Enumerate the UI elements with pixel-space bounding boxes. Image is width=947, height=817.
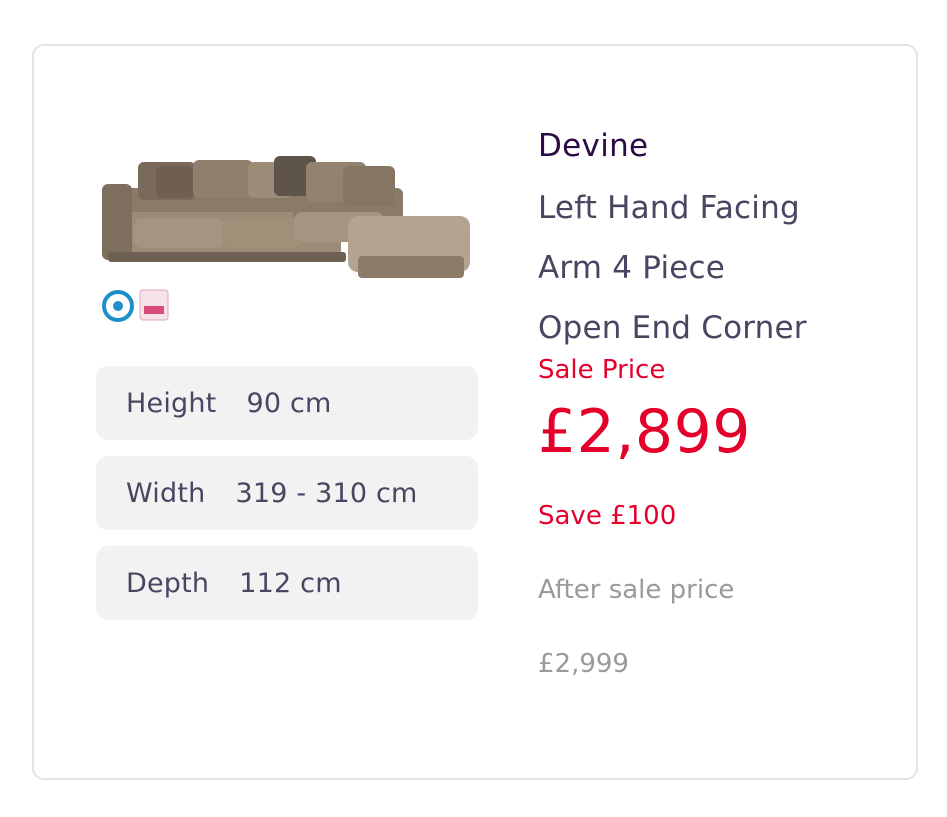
dimensions-list: Height 90 cm Width 319 - 310 cm Depth 11…: [96, 366, 478, 636]
product-card[interactable]: Height 90 cm Width 319 - 310 cm Depth 11…: [32, 44, 918, 780]
dimension-value: 112 cm: [239, 567, 342, 599]
product-info: Devine Left Hand Facing Arm 4 Piece Open…: [538, 124, 898, 684]
product-title-line[interactable]: Arm 4 Piece: [538, 238, 898, 298]
savings-text: Save £100: [538, 501, 677, 531]
after-sale-price: £2,999: [538, 649, 629, 679]
corner-sofa-image: [102, 156, 470, 322]
dimension-value: 319 - 310 cm: [235, 477, 418, 509]
dimension-depth: Depth 112 cm: [96, 546, 478, 620]
award-badge-icon: [139, 289, 169, 321]
product-title-line[interactable]: Open End Corner: [538, 298, 898, 358]
dimension-label: Height: [126, 387, 217, 419]
product-image[interactable]: [98, 126, 478, 326]
dimension-height: Height 90 cm: [96, 366, 478, 440]
after-sale-price-label: After sale price: [538, 575, 735, 605]
dimension-label: Depth: [126, 567, 210, 599]
guarantee-badge-icon: [102, 290, 134, 322]
product-title-line[interactable]: Left Hand Facing: [538, 178, 898, 238]
product-brand[interactable]: Devine: [538, 124, 898, 168]
sale-price-label: Sale Price: [538, 355, 666, 385]
dimension-label: Width: [126, 477, 206, 509]
product-title[interactable]: Left Hand Facing Arm 4 Piece Open End Co…: [538, 178, 898, 358]
dimension-width: Width 319 - 310 cm: [96, 456, 478, 530]
sale-price: £2,899: [538, 397, 751, 467]
dimension-value: 90 cm: [246, 387, 332, 419]
